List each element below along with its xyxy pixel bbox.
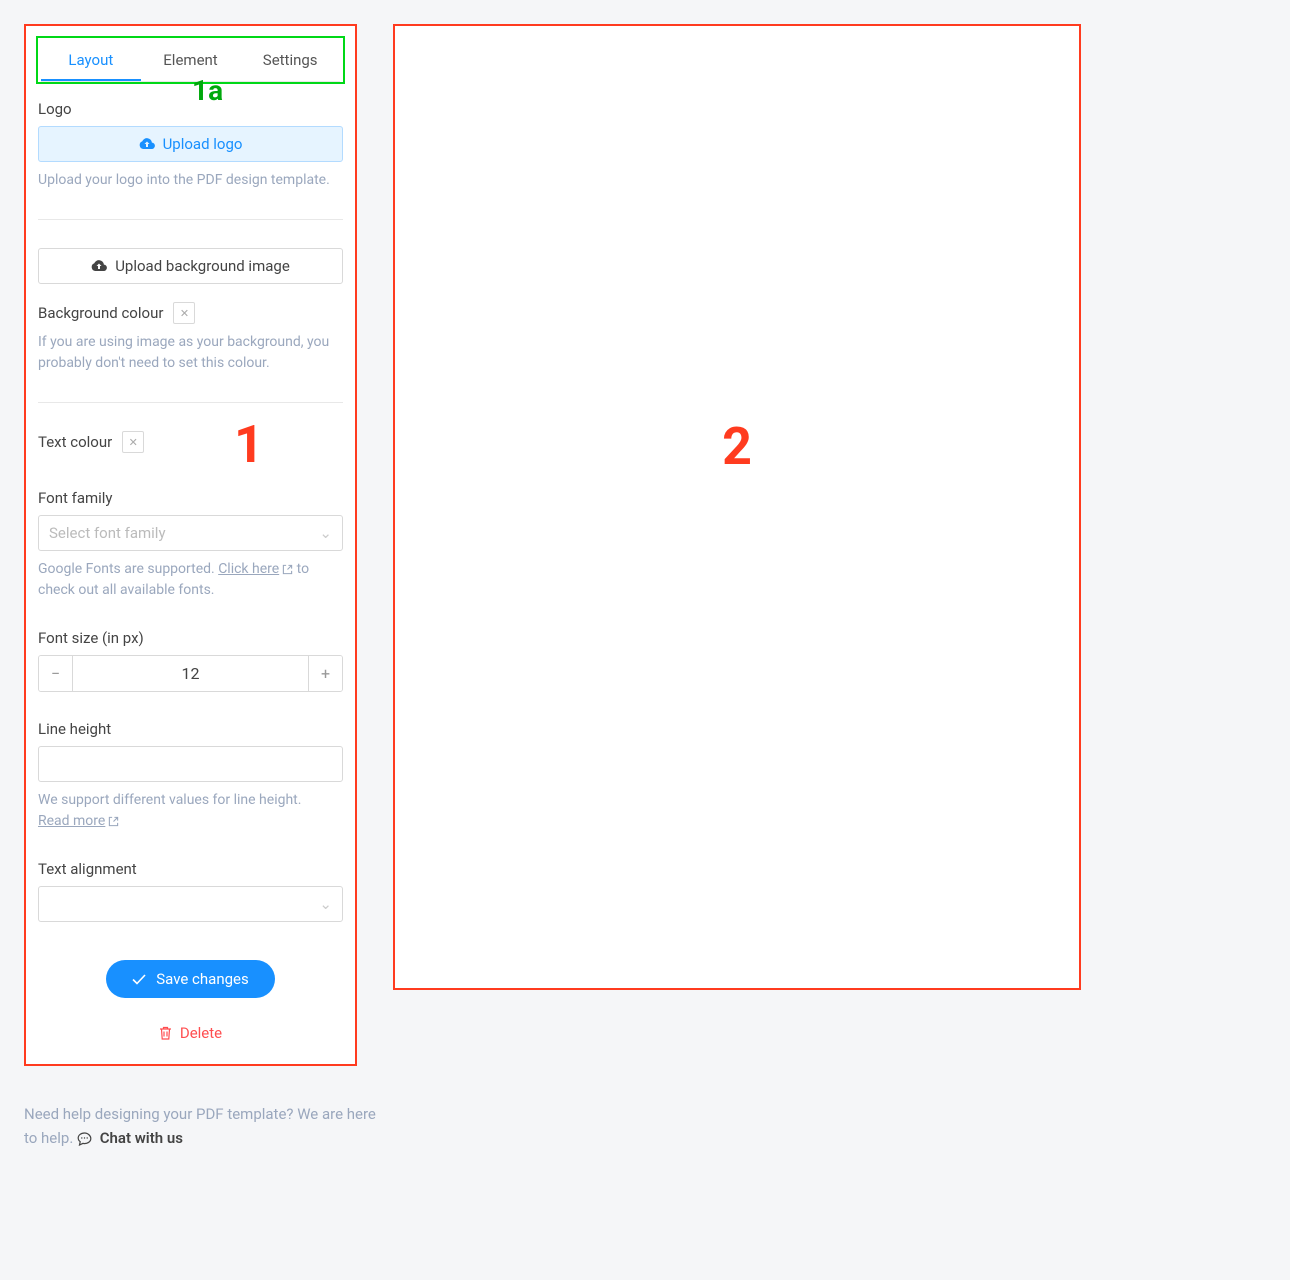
font-family-placeholder: Select font family [49, 524, 166, 542]
font-size-value: 12 [73, 656, 308, 691]
logo-helper: Upload your logo into the PDF design tem… [38, 170, 343, 191]
google-fonts-link[interactable]: Click here [218, 561, 293, 577]
annotation-1: 1 [234, 414, 264, 475]
font-size-label: Font size (in px) [38, 629, 343, 647]
text-align-label: Text alignment [38, 860, 343, 878]
preview-panel: 2 [393, 24, 1081, 990]
decrement-button[interactable]: − [39, 656, 73, 691]
upload-bg-label: Upload background image [115, 257, 290, 275]
annotation-1a: 1a [192, 74, 223, 107]
cloud-upload-icon [91, 260, 107, 272]
font-family-select[interactable]: Select font family ⌄ [38, 515, 343, 551]
panel-footer: Save changes Delete [36, 930, 345, 1054]
divider [38, 219, 343, 220]
line-height-link[interactable]: Read more [38, 813, 119, 829]
line-height-input[interactable] [38, 746, 343, 782]
save-button[interactable]: Save changes [106, 960, 274, 998]
increment-button[interactable]: + [308, 656, 342, 691]
cloud-upload-icon [139, 138, 155, 150]
bg-colour-swatch[interactable] [173, 302, 195, 324]
upload-bg-button[interactable]: Upload background image [38, 248, 343, 284]
trash-icon [159, 1026, 172, 1040]
upload-logo-label: Upload logo [163, 135, 243, 153]
chevron-down-icon: ⌄ [319, 895, 332, 913]
tab-settings[interactable]: Settings [240, 41, 340, 81]
font-family-helper: Google Fonts are supported. Click here t… [38, 559, 343, 601]
text-colour-label: Text colour [38, 431, 343, 453]
text-align-select[interactable]: ⌄ [38, 886, 343, 922]
upload-logo-button[interactable]: Upload logo [38, 126, 343, 162]
delete-button[interactable]: Delete [159, 1024, 222, 1042]
chat-with-us-link[interactable]: Chat with us [100, 1129, 183, 1147]
tabs: Layout Element Settings [41, 41, 340, 82]
line-height-helper: We support different values for line hei… [38, 790, 343, 832]
tabs-highlight: Layout Element Settings [36, 36, 345, 84]
annotation-2: 2 [722, 416, 752, 477]
line-height-label: Line height [38, 720, 343, 738]
text-colour-swatch[interactable] [122, 431, 144, 453]
help-text: Need help designing your PDF template? W… [24, 1102, 384, 1150]
check-icon [132, 974, 146, 985]
bg-colour-label: Background colour [38, 302, 343, 324]
external-link-icon [282, 564, 293, 575]
tab-layout[interactable]: Layout [41, 41, 141, 81]
font-family-label: Font family [38, 489, 343, 507]
external-link-icon [108, 816, 119, 827]
tab-element[interactable]: Element [141, 41, 241, 81]
settings-panel: Layout Element Settings 1a 1 Logo Upload… [24, 24, 357, 1066]
chat-icon [77, 1132, 92, 1146]
chevron-down-icon: ⌄ [319, 524, 332, 542]
font-size-stepper[interactable]: − 12 + [38, 655, 343, 692]
bg-colour-helper: If you are using image as your backgroun… [38, 332, 343, 374]
logo-label: Logo [38, 100, 343, 118]
divider [38, 402, 343, 403]
